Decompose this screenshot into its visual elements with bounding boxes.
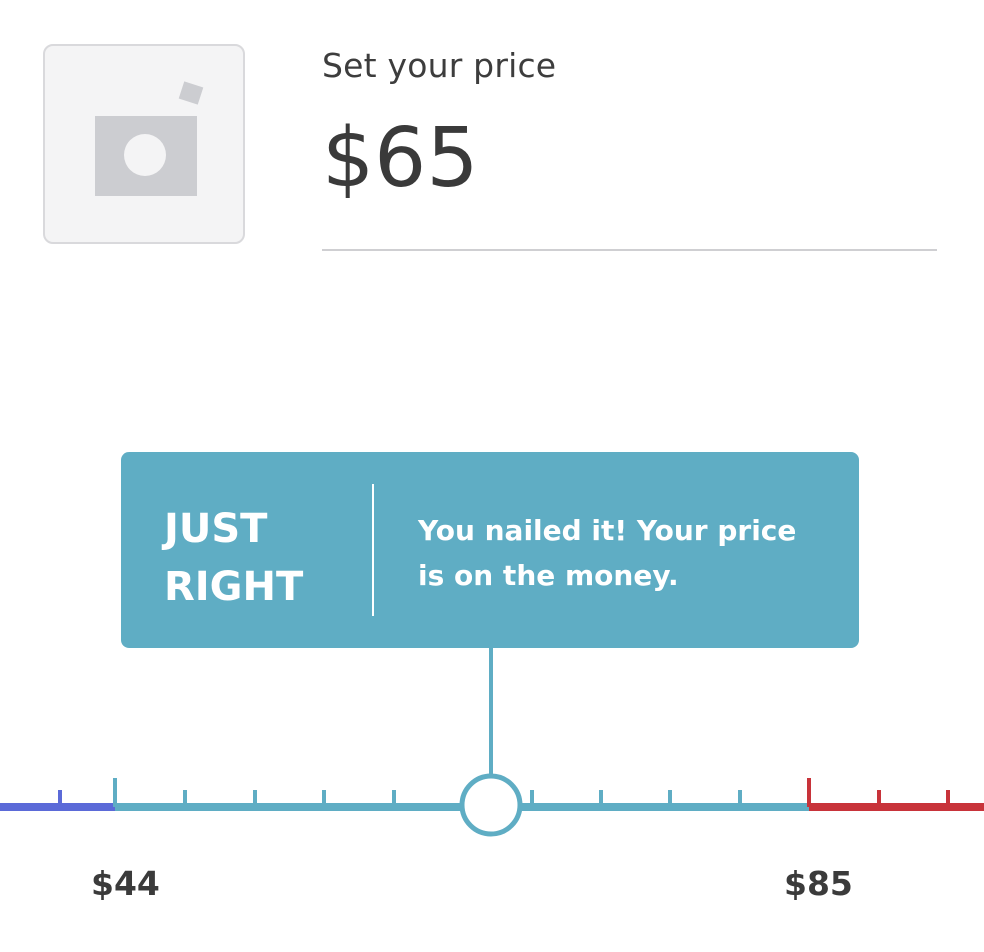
price-feedback-tooltip: JUST RIGHT You nailed it! Your price is … <box>121 452 859 648</box>
camera-icon <box>95 81 204 196</box>
add-photo-button[interactable] <box>43 44 245 244</box>
price-range-slider[interactable] <box>0 640 984 850</box>
price-input-underline <box>322 249 937 251</box>
tooltip-divider <box>372 484 374 616</box>
price-input[interactable]: $65 <box>322 118 479 200</box>
range-high-label: $85 <box>784 864 853 903</box>
set-price-screen: Set your price $65 JUST RIGHT You nailed… <box>0 0 984 952</box>
slider-thumb[interactable] <box>459 773 523 837</box>
price-feedback-title: JUST RIGHT <box>164 506 304 610</box>
price-label: Set your price <box>322 46 557 85</box>
range-low-label: $44 <box>91 864 160 903</box>
price-feedback-message: You nailed it! Your price is on the mone… <box>418 514 797 592</box>
